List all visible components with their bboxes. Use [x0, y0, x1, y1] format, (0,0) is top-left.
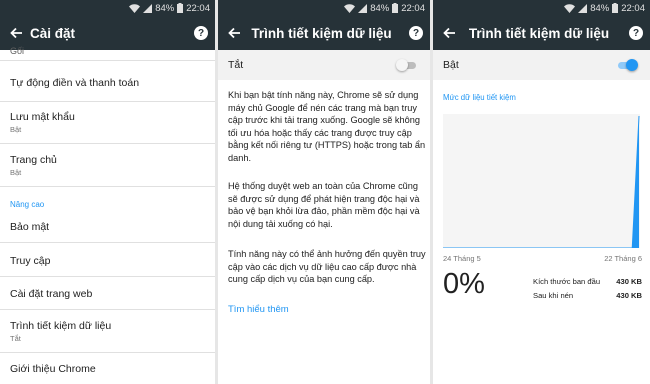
battery-percent: 84% [590, 2, 610, 14]
back-button[interactable] [2, 16, 30, 50]
settings-item-label: Giới thiệu Chrome [10, 363, 96, 375]
divider [0, 276, 215, 277]
chart-series-line [443, 115, 640, 248]
data-saver-switch[interactable] [616, 59, 638, 71]
help-icon[interactable]: ? [409, 26, 423, 40]
learn-more-link[interactable]: Tìm hiểu thêm [228, 304, 289, 315]
settings-item-about-chrome[interactable]: Giới thiệu Chrome [0, 363, 215, 375]
data-usage-chart-svg [443, 115, 640, 248]
data-saver-switch[interactable] [396, 59, 418, 71]
stat-original-size: Kích thước ban đầu 430 KB [533, 277, 642, 286]
divider [0, 143, 215, 144]
divider [0, 309, 215, 310]
settings-item-accessibility[interactable]: Truy cập [0, 255, 215, 267]
status-bar: 84% 22:04 [0, 0, 215, 16]
battery-icon [177, 3, 184, 13]
settings-item-label: Trang chủ [10, 154, 57, 166]
settings-item-label: Gối [10, 46, 25, 56]
stat-value: 430 KB [616, 291, 642, 300]
signal-icon [578, 3, 588, 13]
data-usage-chart [443, 114, 640, 248]
settings-item-label: Bảo mật [10, 221, 50, 233]
page-title: Cài đặt [30, 25, 76, 41]
toggle-label: Bật [443, 59, 459, 71]
settings-item-status: Bật [10, 125, 22, 134]
description-paragraph: Tính năng này có thể ảnh hưởng đến quyền… [228, 249, 426, 284]
divider [0, 101, 215, 102]
page-title: Trình tiết kiệm dữ liệu [251, 25, 392, 41]
help-icon[interactable]: ? [194, 26, 208, 40]
settings-screen: 84% 22:04 Cài đặt ? Gối Tự động điền và … [0, 0, 215, 384]
chart-date-start: 24 Tháng 5 [443, 254, 481, 263]
toolbar: Cài đặt ? [0, 16, 215, 50]
battery-percent: 84% [370, 2, 390, 14]
settings-item-label: Tự động điền và thanh toán [10, 77, 140, 89]
wifi-icon [564, 3, 576, 13]
switch-knob [626, 59, 638, 71]
toolbar: Trình tiết kiệm dữ liệu ? [218, 16, 430, 50]
data-saver-toggle-row[interactable]: Bật [433, 50, 650, 80]
settings-item-label: Cài đặt trang web [10, 288, 93, 300]
description-paragraph: Hệ thống duyệt web an toàn của Chrome cũ… [228, 181, 420, 229]
status-bar: 84% 22:04 [433, 0, 650, 16]
settings-item-label: Trình tiết kiệm dữ liệu [10, 320, 112, 332]
arrow-back-icon [227, 27, 240, 39]
section-header-advanced: Nâng cao [10, 200, 45, 209]
clock: 22:04 [621, 2, 645, 14]
wifi-icon [129, 3, 141, 13]
switch-knob [396, 59, 408, 71]
settings-item-passwords[interactable]: Lưu mật khẩu Bật [0, 111, 215, 134]
divider [0, 352, 215, 353]
status-bar: 84% 22:04 [218, 0, 430, 16]
settings-item-status: Bật [10, 168, 22, 177]
clock: 22:04 [401, 2, 425, 14]
settings-item-site-settings[interactable]: Cài đặt trang web [0, 288, 215, 300]
data-saver-on-screen: 84% 22:04 Trình tiết kiệm dữ liệu ? Bật … [433, 0, 650, 384]
settings-item-data-saver[interactable]: Trình tiết kiệm dữ liệu Tắt [0, 320, 215, 343]
settings-item-autofill[interactable]: Tự động điền và thanh toán [0, 77, 215, 89]
settings-item-label: Truy cập [10, 255, 51, 267]
description-paragraph: Khi bạn bật tính năng này, Chrome sẽ sử … [228, 90, 426, 163]
toolbar: Trình tiết kiệm dữ liệu ? [433, 16, 650, 50]
section-header-data-saved: Mức dữ liệu tiết kiệm [443, 93, 516, 102]
chart-date-end: 22 Tháng 6 [604, 254, 642, 263]
settings-item-security[interactable]: Bảo mật [0, 221, 215, 233]
battery-icon [612, 3, 619, 13]
divider [0, 186, 215, 187]
signal-icon [358, 3, 368, 13]
back-button[interactable] [220, 16, 248, 50]
signal-icon [143, 3, 153, 13]
settings-item-homepage[interactable]: Trang chủ Bật [0, 154, 215, 177]
toggle-label: Tắt [228, 59, 244, 71]
divider [0, 60, 215, 61]
stat-compressed-size: Sau khi nén 430 KB [533, 291, 642, 300]
stat-label: Kích thước ban đầu [533, 277, 601, 286]
settings-item-status: Tắt [10, 334, 21, 343]
battery-percent: 84% [155, 2, 175, 14]
chart-series-area [443, 116, 639, 248]
divider [0, 242, 215, 243]
stat-value: 430 KB [616, 277, 642, 286]
data-saver-toggle-row[interactable]: Tắt [218, 50, 430, 80]
arrow-back-icon [442, 27, 455, 39]
back-button[interactable] [435, 16, 463, 50]
clock: 22:04 [186, 2, 210, 14]
percent-saved: 0% [443, 268, 485, 300]
page-title: Trình tiết kiệm dữ liệu [468, 25, 610, 41]
help-icon[interactable]: ? [629, 26, 643, 40]
arrow-back-icon [9, 27, 22, 39]
battery-icon [392, 3, 399, 13]
settings-item-partial[interactable]: Gối [0, 46, 215, 56]
stat-label: Sau khi nén [533, 291, 574, 300]
wifi-icon [344, 3, 356, 13]
data-saver-off-screen: 84% 22:04 Trình tiết kiệm dữ liệu ? Tắt … [218, 0, 430, 384]
settings-item-label: Lưu mật khẩu [10, 111, 75, 123]
